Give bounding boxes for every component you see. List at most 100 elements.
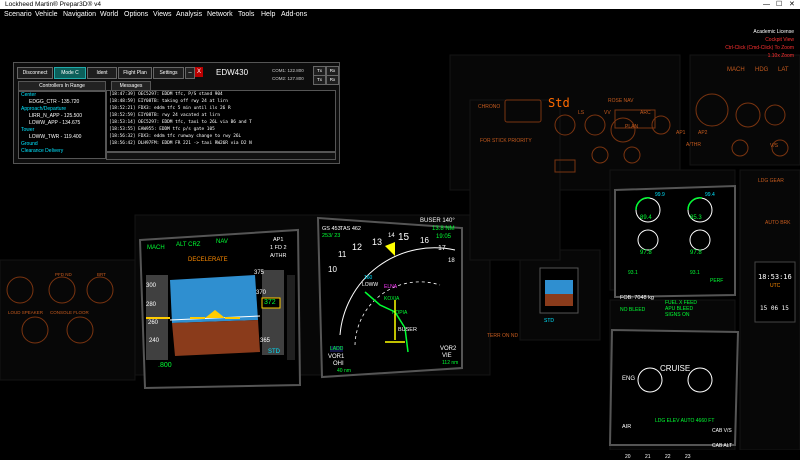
minimize-window-button[interactable]: — xyxy=(763,0,770,9)
menu-tools[interactable]: Tools xyxy=(238,9,254,20)
maximize-window-button[interactable]: ☐ xyxy=(776,0,782,9)
message-line: [18:53:14] OEC5297: EDDM tfc, taxi to 26… xyxy=(109,120,252,125)
window-title-bar: Lockheed Martin® Prepar3D® v4 — ☐ ✕ xyxy=(0,0,800,9)
com2-frequency: 127.800 xyxy=(287,76,304,81)
list-item[interactable]: Approach/Departure xyxy=(19,106,105,113)
ecam-n2-left: 93.1 xyxy=(628,270,638,276)
license-notice: Academic License xyxy=(753,29,794,35)
efis-ls-label: LS xyxy=(578,110,585,116)
nd-heading-16: 16 xyxy=(420,236,429,245)
efis-vv-label: VV xyxy=(604,110,611,116)
message-line: [18:47:39] OEC5297: EDDM tfc, P/S stand … xyxy=(109,92,223,97)
nd-waypoint-loww: LOWW xyxy=(362,282,379,288)
clock-time: 18:53:16 xyxy=(758,273,792,281)
com2-tx-button[interactable]: Tx xyxy=(313,75,326,85)
terr-on-nd-button[interactable]: TERR ON ND xyxy=(487,333,518,339)
menu-network[interactable]: Network xyxy=(207,9,233,20)
efis-plan-label: PLAN xyxy=(625,124,639,130)
view-notice: Cockpit View xyxy=(765,37,794,43)
disconnect-button[interactable]: Disconnect xyxy=(17,67,53,79)
sd-cab-vs-label: CAB V/S xyxy=(712,428,732,434)
nd-active-waypoint: BUSER 140° xyxy=(420,218,455,224)
menu-addons[interactable]: Add-ons xyxy=(281,9,307,20)
baro-display: Std xyxy=(548,96,570,110)
settings-button[interactable]: Settings xyxy=(153,67,184,79)
sd-air-label: AIR xyxy=(622,424,632,430)
flight-plan-button[interactable]: Flight Plan xyxy=(118,67,152,79)
nd-vor1-distance: 40 nm xyxy=(337,368,351,374)
ident-button[interactable]: Ident xyxy=(87,67,117,79)
menu-bar: Scenario Vehicle Navigation World Option… xyxy=(0,9,800,20)
ecam-no-bleed: NO BLEED xyxy=(620,307,646,313)
menu-world[interactable]: World xyxy=(100,9,118,20)
nd-ladd-label: LADD xyxy=(330,346,344,352)
fcu-ap2-label: AP2 xyxy=(698,130,708,136)
pfd-fma-nav: NAV xyxy=(216,239,228,245)
clock-date: 15 06 15 xyxy=(760,305,789,312)
sd-temp-1: 20 xyxy=(625,454,631,460)
nd-waypoint-distance: 13.8 NM xyxy=(432,226,455,232)
nd-heading-13: 13 xyxy=(372,237,383,247)
com1-frequency: 122.800 xyxy=(287,68,304,73)
list-item[interactable]: Ground xyxy=(19,141,105,148)
menu-views[interactable]: Views xyxy=(153,9,172,20)
message-line: [18:48:59] EIY08TB: taking off rwy 24 at… xyxy=(109,99,228,104)
mode-c-button[interactable]: Mode C xyxy=(54,67,86,79)
clock-utc-label: UTC xyxy=(770,283,781,289)
pfd-nd-label: PFD ND xyxy=(55,272,72,277)
close-window-button[interactable]: ✕ xyxy=(789,0,795,9)
list-item[interactable]: Center xyxy=(19,92,105,99)
message-line: [18:56:42] DLH97FM: EDDM FR 221 -> taxi … xyxy=(109,141,252,146)
nd-ground-speed: GS 453 xyxy=(322,226,341,232)
message-line: [18:52:59] EIY08TB: rwy 24 vacated at li… xyxy=(109,113,221,118)
atc-close-button[interactable]: X xyxy=(195,67,203,77)
list-item[interactable]: LOWW_TWR - 119.400 xyxy=(19,134,105,141)
ecam-top-value-2: 99.4 xyxy=(705,192,715,198)
ldg-gear-label: LDG GEAR xyxy=(758,178,784,184)
list-item[interactable]: EDGG_CTR - 135.720 xyxy=(19,99,105,106)
sd-page-title: CRUISE xyxy=(660,364,691,373)
ecam-egt-left: 97.8 xyxy=(640,250,652,256)
sd-temp-3: 22 xyxy=(665,454,671,460)
pfd-alt-375: 375 xyxy=(254,270,265,276)
zoom-hint: Ctrl-Click (Cmd-Click) To Zoom xyxy=(725,45,794,51)
fcu-hdg-label: HDG xyxy=(755,67,769,73)
pfd-speed-240: 240 xyxy=(149,338,160,344)
efis-rose-label: ROSE NAV xyxy=(608,98,634,104)
ecam-egt-right: 97.8 xyxy=(690,250,702,256)
messages-log[interactable]: [18:47:39] OEC5297: EDDM tfc, P/S stand … xyxy=(106,90,336,152)
message-line: [18:53:55] EAW955: EDDM tfc p/s gate 105 xyxy=(109,127,215,132)
fcu-ap1-label: AP1 xyxy=(676,130,686,136)
atc-client-window[interactable]: Disconnect Mode C Ident Flight Plan Sett… xyxy=(13,62,340,164)
menu-analysis[interactable]: Analysis xyxy=(176,9,202,20)
controllers-list[interactable]: Center EDGG_CTR - 135.720 Approach/Depar… xyxy=(18,91,106,159)
atc-minimize-button[interactable]: – xyxy=(185,67,195,79)
menu-vehicle[interactable]: Vehicle xyxy=(35,9,58,20)
window-title: Lockheed Martin® Prepar3D® v4 xyxy=(5,1,101,8)
fcu-vs-label: V/S xyxy=(770,143,779,149)
efis-arc-label: ARC xyxy=(640,110,651,116)
list-item[interactable]: Clearance Delivery xyxy=(19,148,105,155)
pfd-speed-260: 260 xyxy=(148,320,159,326)
nd-vor2-distance: 112 nm xyxy=(442,360,459,366)
menu-navigation[interactable]: Navigation xyxy=(63,9,96,20)
pfd-fma-altcrz: ALT CRZ xyxy=(176,242,201,248)
chrono-label: CHRONO xyxy=(478,104,501,110)
list-item[interactable]: Tower xyxy=(19,127,105,134)
pfd-fma-fd: 1 FD 2 xyxy=(270,245,287,251)
menu-help[interactable]: Help xyxy=(261,9,275,20)
list-item[interactable]: LOWW_APP - 134.675 xyxy=(19,120,105,127)
menu-scenario[interactable]: Scenario xyxy=(4,9,32,20)
list-item[interactable]: LIRR_N_APP - 125.500 xyxy=(19,113,105,120)
controllers-in-range-header: Controllers In Range xyxy=(18,81,106,91)
pfd-alt-370: 370 xyxy=(256,290,267,296)
auto-brake-label: AUTO BRK xyxy=(765,220,791,226)
com2-rx-button[interactable]: Rx xyxy=(326,75,339,85)
brightness-label: BRT xyxy=(97,272,106,277)
nd-heading-10: 10 xyxy=(328,265,337,274)
nd-waypoint-elna: ELNA xyxy=(384,284,398,290)
nd-vor2-ident: VIE xyxy=(442,353,452,359)
menu-options[interactable]: Options xyxy=(124,9,148,20)
pfd-fma-mach: MACH xyxy=(147,245,165,251)
message-input[interactable] xyxy=(106,152,336,160)
